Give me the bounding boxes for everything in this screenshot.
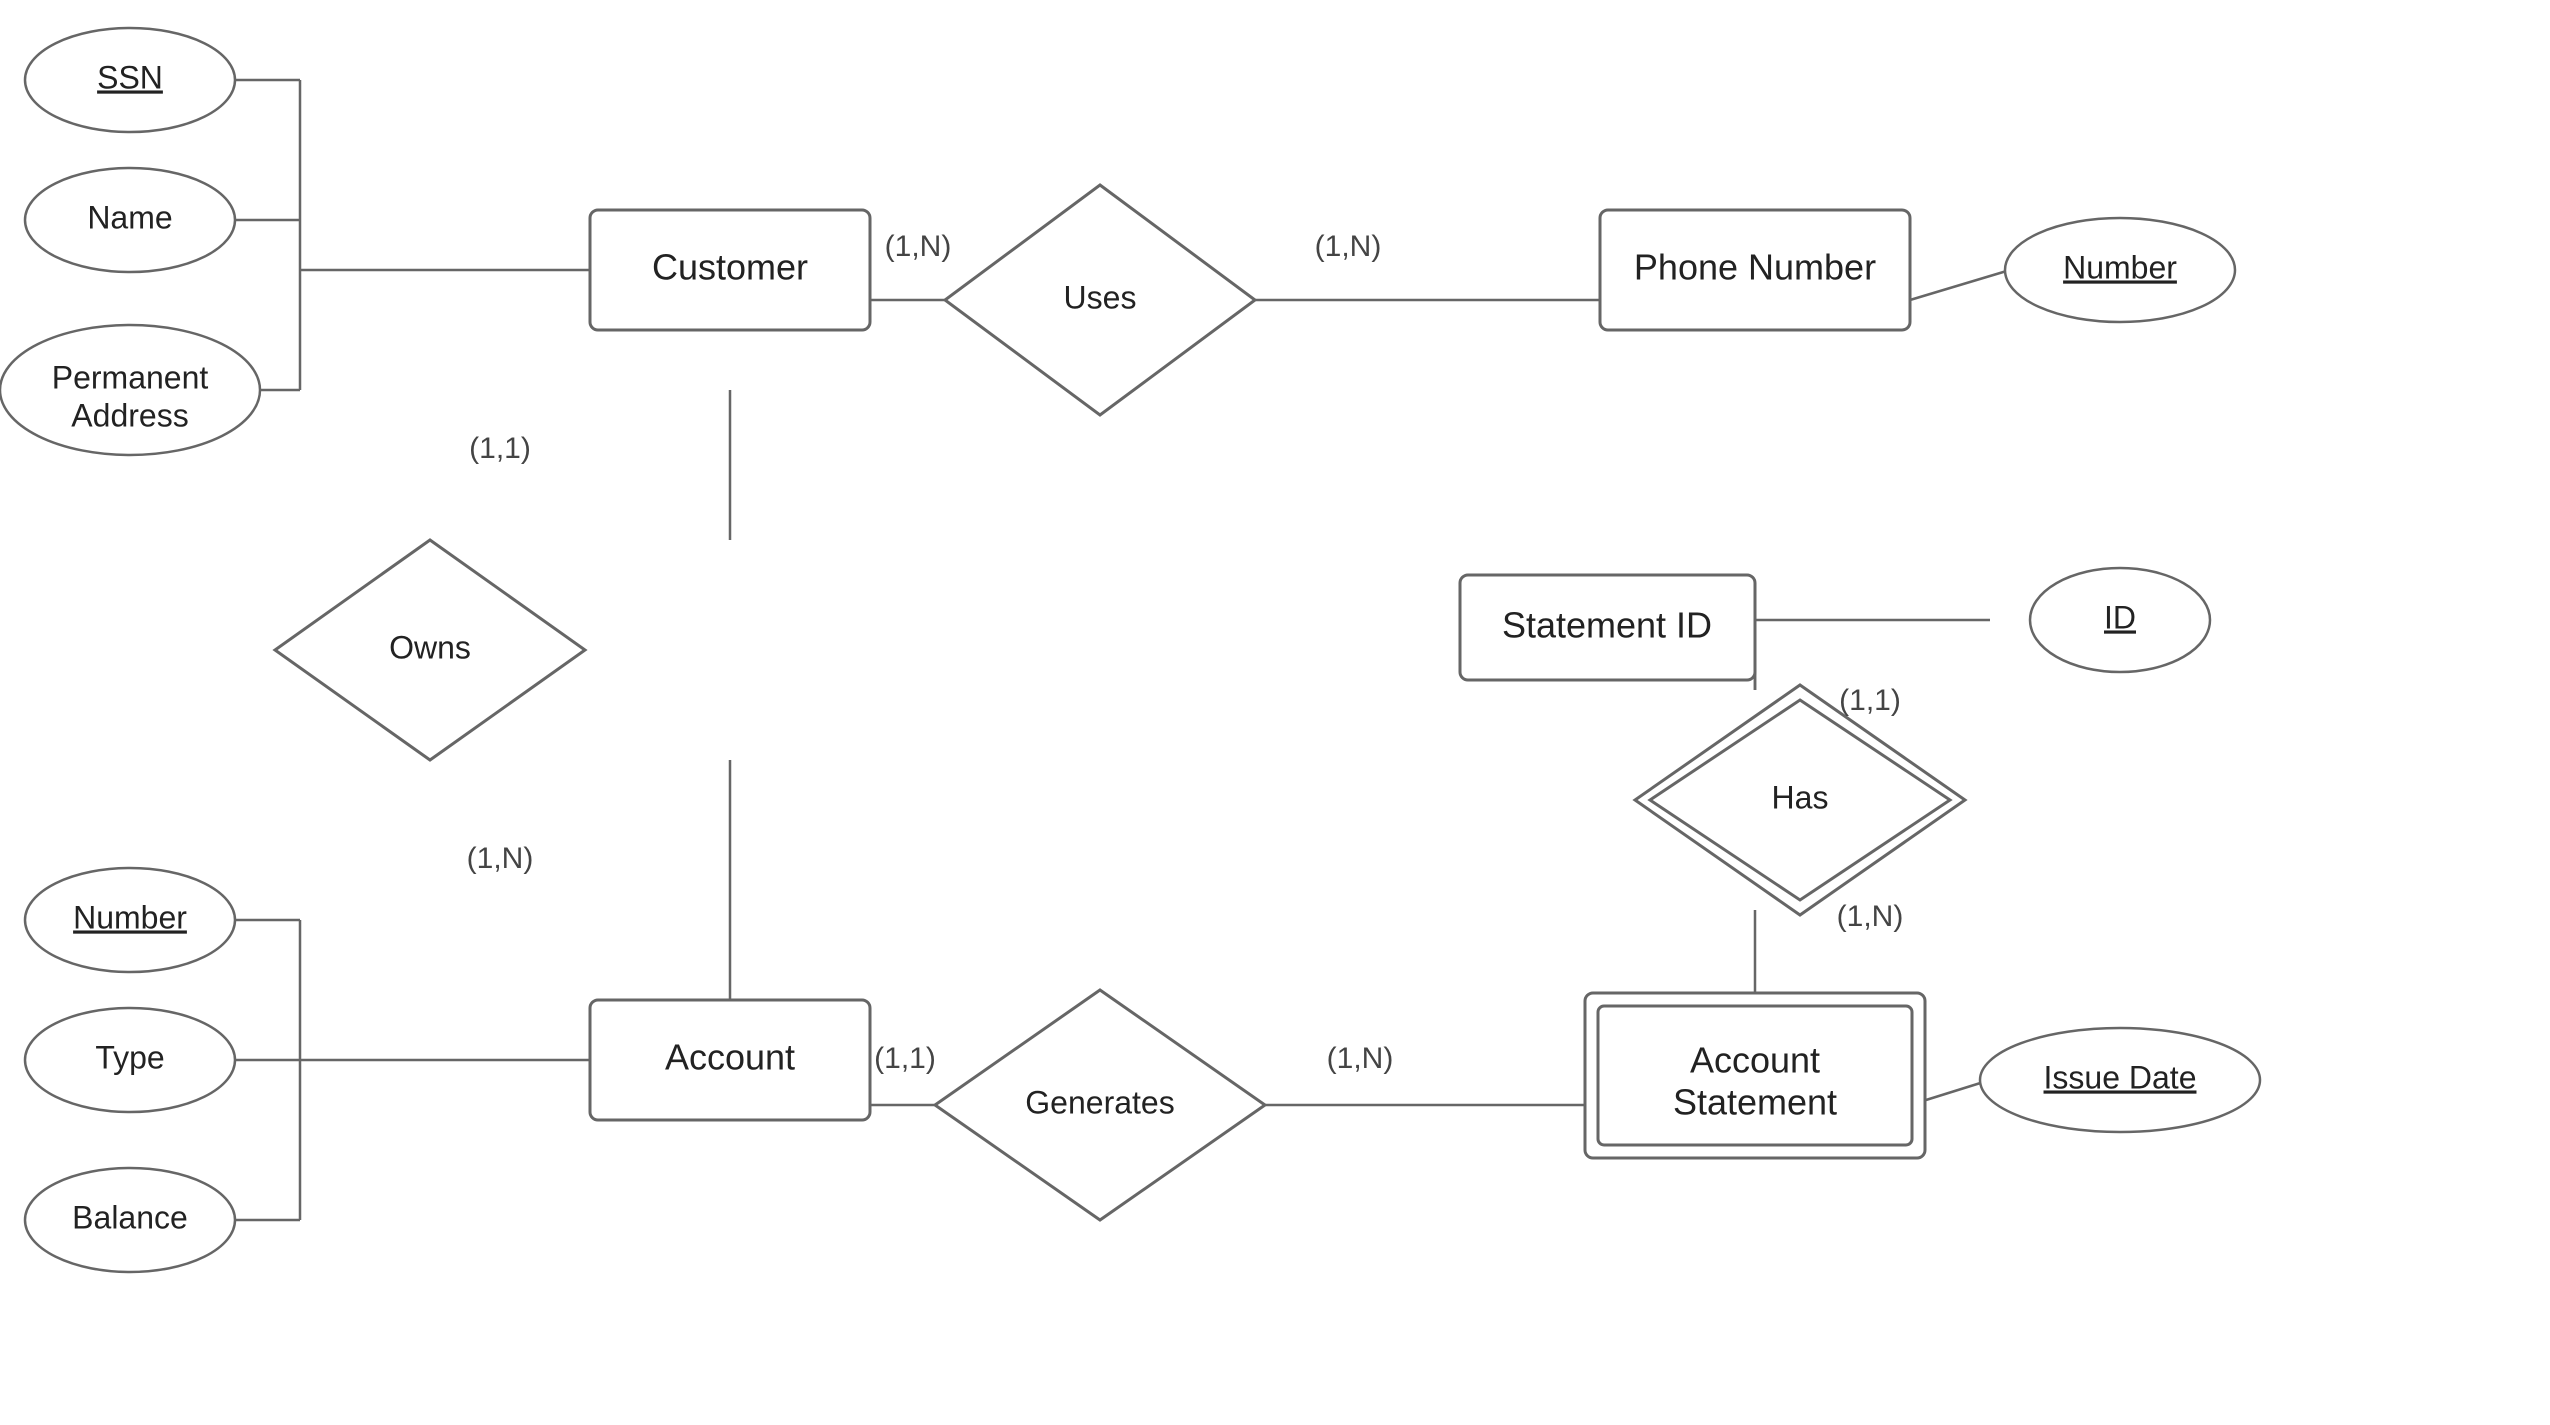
account-statement-label2: Statement [1673, 1082, 1837, 1123]
card-uses-phone-right: (1,N) [1315, 230, 1382, 263]
owns-label: Owns [389, 629, 471, 665]
card-owns-account: (1,N) [467, 842, 534, 875]
name-label: Name [87, 199, 172, 235]
card-customer-owns: (1,1) [469, 432, 531, 465]
phone-number-label: Phone Number [1634, 247, 1876, 288]
perm-addr-label2: Address [71, 397, 188, 433]
generates-label: Generates [1025, 1084, 1174, 1120]
statement-id-label: Statement ID [1502, 605, 1712, 646]
card-account-generates: (1,1) [874, 1042, 936, 1075]
account-statement-label: Account [1690, 1040, 1820, 1081]
card-has-accstmt: (1,N) [1837, 900, 1904, 933]
issue-date-label: Issue Date [2044, 1059, 2197, 1095]
card-stmtid-has: (1,1) [1839, 684, 1901, 717]
card-customer-uses-left: (1,N) [885, 230, 952, 263]
acc-number-label: Number [73, 899, 187, 935]
ssn-label: SSN [97, 59, 163, 95]
stmt-id-val-label: ID [2104, 599, 2136, 635]
phone-number-attr-label: Number [2063, 249, 2177, 285]
has-label: Has [1772, 779, 1829, 815]
uses-label: Uses [1064, 279, 1137, 315]
account-label: Account [665, 1037, 795, 1078]
perm-addr-label1: Permanent [52, 359, 209, 395]
acc-balance-label: Balance [72, 1199, 188, 1235]
acc-type-label: Type [95, 1039, 164, 1075]
card-generates-stmt: (1,N) [1327, 1042, 1394, 1075]
customer-label: Customer [652, 247, 808, 288]
